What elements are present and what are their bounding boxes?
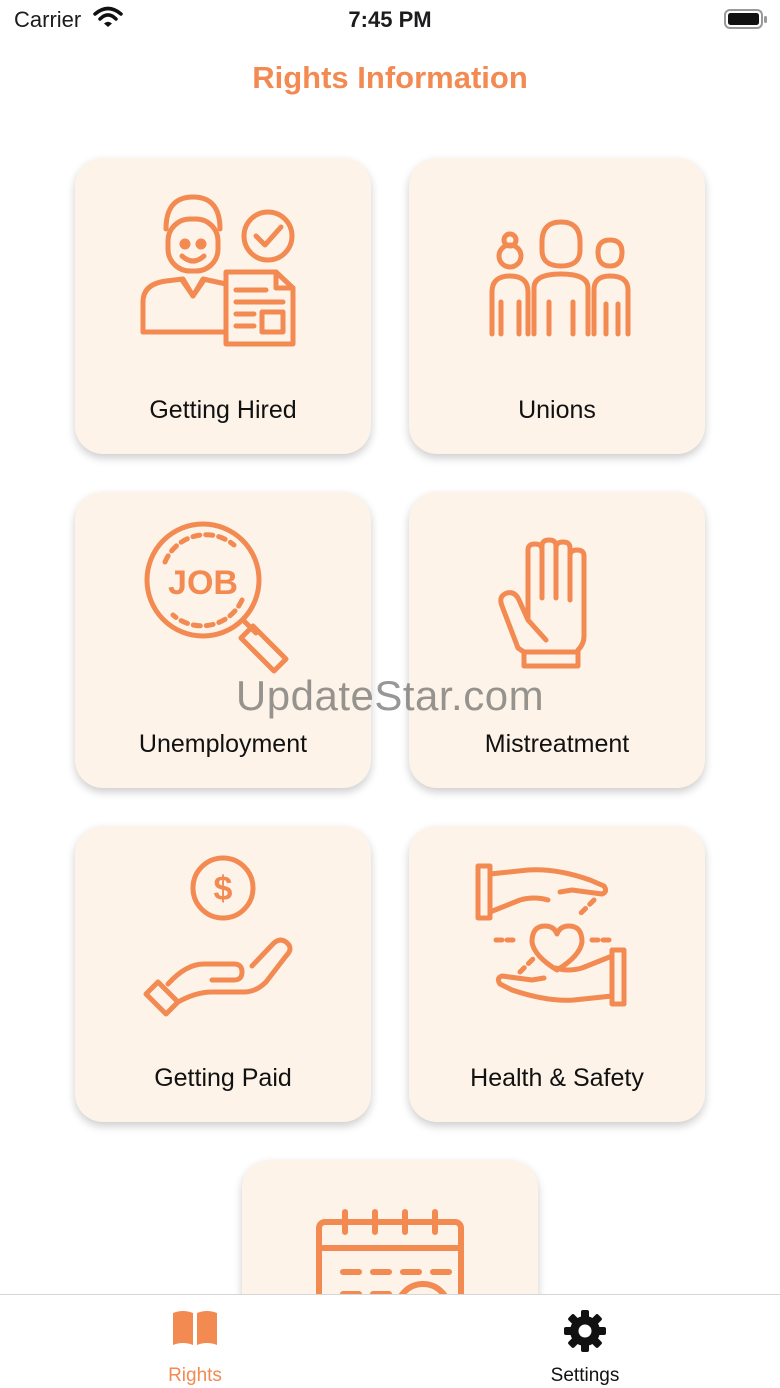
category-label: Unions (518, 396, 596, 424)
tab-bar: Rights Settings (0, 1294, 780, 1388)
category-card-getting-hired[interactable]: Getting Hired (75, 158, 371, 454)
category-card-unions[interactable]: Unions (409, 158, 705, 454)
tab-settings[interactable]: Settings (465, 1295, 705, 1388)
raised-hand-stop-icon (409, 518, 705, 708)
gear-icon (465, 1309, 705, 1353)
category-card-unemployment[interactable]: JOB Unemployment (75, 492, 371, 788)
tab-label: Settings (550, 1365, 620, 1386)
category-label: Mistreatment (484, 730, 630, 758)
tab-label: Rights (168, 1365, 222, 1386)
svg-text:$: $ (214, 870, 233, 908)
category-label: Unemployment (138, 730, 308, 758)
open-book-icon (75, 1309, 315, 1349)
category-label: Health & Safety (470, 1064, 644, 1092)
category-label: Getting Paid (154, 1064, 292, 1092)
page-title: Rights Information (252, 60, 528, 95)
category-card-mistreatment[interactable]: Mistreatment (409, 492, 705, 788)
calendar-icon (242, 1186, 538, 1294)
hired-person-document-icon (75, 184, 371, 374)
category-grid[interactable]: Getting Hired Unions JOB Unemployment Mi… (0, 120, 780, 1294)
category-card-health-safety[interactable]: Health & Safety (409, 826, 705, 1122)
hand-with-coin-icon: $ (75, 852, 371, 1042)
job-search-magnifier-icon: JOB (75, 518, 371, 708)
category-card-calendar[interactable] (242, 1160, 538, 1294)
group-of-people-icon (409, 184, 705, 374)
tab-rights[interactable]: Rights (75, 1295, 315, 1388)
battery-icon (724, 8, 768, 35)
category-label: Getting Hired (149, 396, 297, 424)
status-bar: Carrier 7:45 PM (0, 0, 780, 40)
hands-with-heart-icon (409, 852, 705, 1042)
svg-text:JOB: JOB (168, 564, 238, 602)
category-card-getting-paid[interactable]: $ Getting Paid (75, 826, 371, 1122)
clock: 7:45 PM (348, 7, 432, 32)
